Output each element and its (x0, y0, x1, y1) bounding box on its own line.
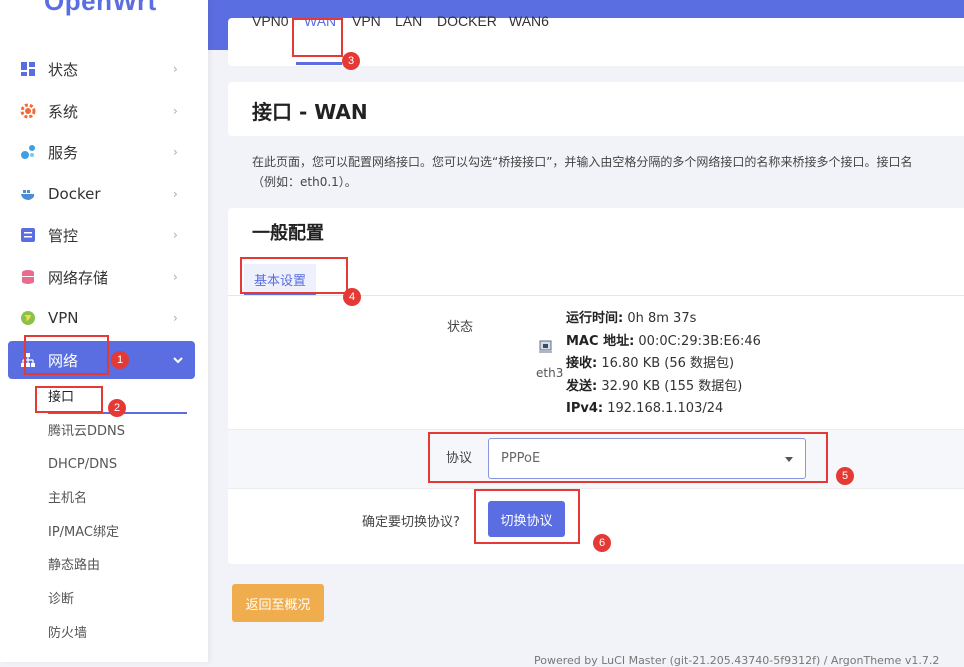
dashboard-icon (20, 61, 36, 77)
annotation-box-4 (240, 257, 348, 294)
sidebar-item-label: 网络存储 (48, 268, 109, 287)
chevron-right-icon: › (173, 270, 178, 284)
active-tab-underline (296, 62, 342, 65)
annotation-badge-6: 6 (593, 534, 611, 552)
submenu-item-ddns[interactable]: 腾讯云DDNS (48, 422, 125, 442)
gear-icon (20, 103, 36, 119)
tab-wan6[interactable]: WAN6 (509, 13, 549, 29)
submenu-item-hostnames[interactable]: 主机名 (48, 489, 87, 509)
chevron-right-icon: › (173, 62, 178, 76)
sidebar-item-services[interactable]: 服务 › (8, 133, 195, 171)
submenu-item-ip-mac-binding[interactable]: IP/MAC绑定 (48, 523, 119, 543)
footer-text: Powered by LuCI Master (git-21.205.43740… (534, 654, 940, 667)
annotation-badge-3: 3 (342, 52, 360, 70)
sidebar-item-control[interactable]: 管控 › (8, 216, 195, 254)
page-description: 在此页面，您可以配置网络接口。您可以勾选“桥接接口”，并输入由空格分隔的多个网络… (252, 155, 913, 189)
annotation-box-5 (428, 432, 828, 483)
chevron-right-icon: › (173, 311, 178, 325)
annotation-box-3 (292, 18, 343, 57)
sliders-icon (20, 227, 36, 243)
sidebar-item-system[interactable]: 系统 › (8, 92, 195, 130)
subtab-divider (228, 295, 964, 296)
tab-docker[interactable]: DOCKER (437, 13, 497, 29)
submenu-item-diagnostics[interactable]: 诊断 (48, 590, 74, 610)
annotation-badge-5: 5 (836, 467, 854, 485)
switch-protocol-question: 确定要切换协议? (362, 515, 460, 530)
annotation-box-2 (35, 386, 103, 413)
ethernet-port-icon (538, 338, 554, 354)
submenu-item-dhcp-dns[interactable]: DHCP/DNS (48, 455, 117, 475)
annotation-box-1 (24, 335, 109, 375)
device-name: eth3 (536, 366, 564, 380)
tab-vpn0[interactable]: VPN0 (252, 13, 289, 29)
chevron-right-icon: › (173, 104, 178, 118)
chevron-right-icon: › (173, 228, 178, 242)
annotation-badge-1: 1 (111, 351, 129, 369)
row-divider (228, 488, 964, 489)
page-title: 接口 - WAN (252, 100, 368, 124)
back-to-overview-button[interactable]: 返回至概况 (232, 584, 324, 622)
sidebar-item-label: 服务 (48, 143, 79, 162)
chevron-down-icon (173, 353, 183, 367)
annotation-box-6 (474, 489, 580, 544)
sidebar-item-label: 管控 (48, 226, 79, 245)
annotation-badge-4: 4 (343, 288, 361, 306)
sidebar-item-label: 系统 (48, 102, 79, 121)
interface-status: 运行时间: 0h 8m 37s MAC 地址: 00:0C:29:3B:E6:4… (566, 311, 761, 416)
sidebar-item-status[interactable]: 状态 › (8, 50, 195, 88)
status-label: 状态 (447, 320, 474, 335)
chevron-right-icon: › (173, 145, 178, 159)
logo: OpenWrt (44, 0, 157, 16)
sidebar: OpenWrt 状态 › 系统 › 服务 › Docker › 管控 › 网络存… (0, 0, 208, 662)
sidebar-item-nas[interactable]: 网络存储 › (8, 258, 195, 296)
submenu-item-firewall[interactable]: 防火墙 (48, 624, 87, 644)
sidebar-item-label: Docker (48, 185, 101, 203)
docker-icon (20, 186, 36, 202)
sidebar-item-label: 状态 (48, 60, 79, 79)
tab-lan[interactable]: LAN (395, 13, 422, 29)
database-icon (20, 269, 36, 285)
chevron-right-icon: › (173, 187, 178, 201)
sidebar-item-docker[interactable]: Docker › (8, 175, 195, 213)
puzzle-icon (20, 144, 36, 160)
annotation-badge-2: 2 (108, 399, 126, 417)
sidebar-item-label: VPN (48, 309, 79, 327)
sidebar-item-vpn[interactable]: VPN › (8, 299, 195, 337)
globe-icon (20, 310, 36, 326)
tab-vpn[interactable]: VPN (352, 13, 381, 29)
submenu-item-static-routes[interactable]: 静态路由 (48, 556, 100, 576)
section-title: 一般配置 (252, 223, 324, 244)
